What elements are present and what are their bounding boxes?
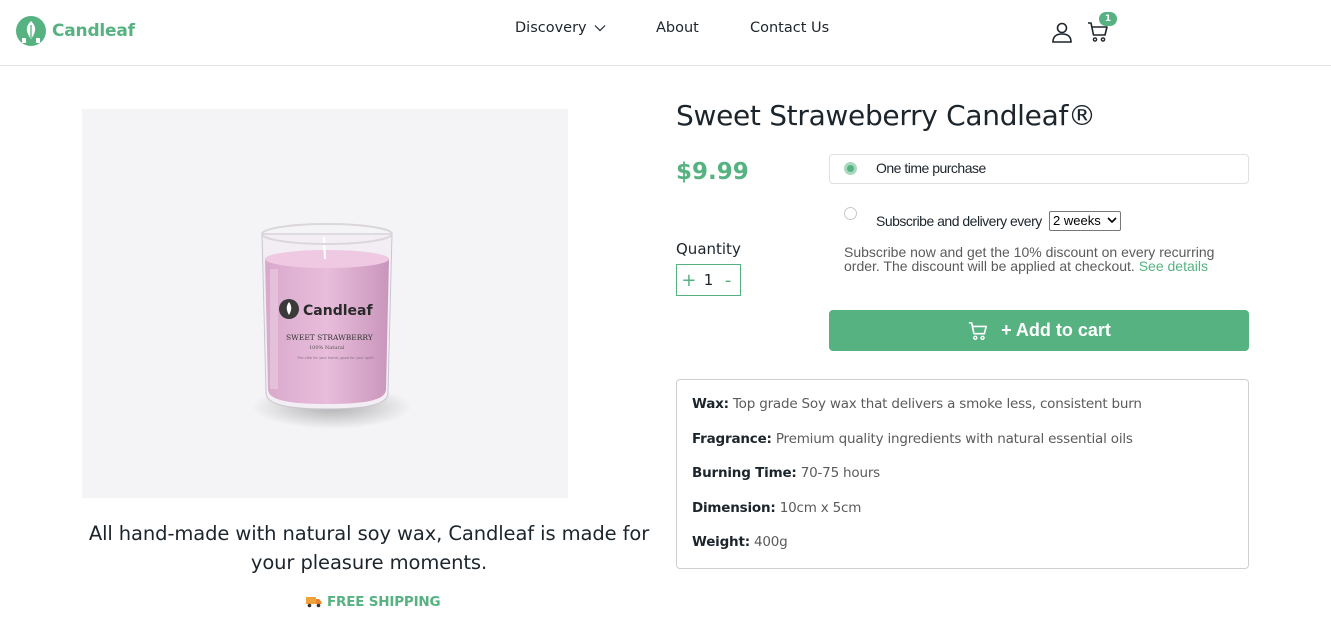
- subscribe-label: Subscribe and delivery every: [876, 213, 1042, 229]
- spec-key: Dimension:: [692, 499, 776, 516]
- subscribe-radio[interactable]: [844, 207, 857, 220]
- brand-logo[interactable]: Candleaf: [16, 16, 135, 46]
- product-specs: Wax: Top grade Soy wax that delivers a s…: [676, 379, 1249, 569]
- product-image: Candleaf SWEET STRAWBERRY 100% Natural T…: [82, 109, 568, 498]
- free-shipping-note: FREE SHIPPING: [306, 594, 441, 610]
- spec-burning-time: Burning Time: 70-75 hours: [692, 465, 1233, 500]
- jar-label-desc: The vibe for your home, good for your sp…: [296, 356, 375, 360]
- spec-value: 70-75 hours: [800, 465, 881, 481]
- nav-discovery-label: Discovery: [515, 20, 587, 36]
- brand-name: Candleaf: [52, 21, 135, 41]
- quantity-increment-button[interactable]: +: [680, 270, 698, 291]
- spec-value: Premium quality ingredients with natural…: [775, 430, 1133, 447]
- add-to-cart-label: + Add to cart: [1001, 320, 1111, 340]
- delivery-truck-icon: [306, 597, 322, 608]
- quantity-decrement-button[interactable]: -: [719, 270, 737, 291]
- chevron-down-icon: [594, 25, 606, 32]
- subscription-note: Subscribe now and get the 10% discount o…: [844, 245, 1244, 273]
- quantity-stepper: + 1 -: [676, 264, 741, 296]
- cart-count-badge: 1: [1099, 12, 1117, 26]
- spec-fragrance: Fragrance: Premium quality ingredients w…: [692, 431, 1233, 466]
- jar-label-brand: Candleaf: [303, 303, 373, 319]
- see-details-link[interactable]: See details: [1139, 258, 1208, 274]
- free-shipping-label: FREE SHIPPING: [327, 594, 441, 610]
- user-icon[interactable]: [1050, 20, 1074, 44]
- cart-icon: [968, 321, 988, 340]
- delivery-frequency-value: 2 weeks: [1053, 213, 1101, 228]
- nav-about[interactable]: About: [656, 20, 699, 36]
- spec-value: 10cm x 5cm: [779, 499, 862, 516]
- jar-label-name: SWEET STRAWBERRY: [286, 333, 374, 342]
- product-title: Sweet Straweberry Candleaf®: [676, 99, 1096, 132]
- spec-key: Fragrance:: [692, 430, 772, 447]
- nav-about-label: About: [656, 20, 699, 36]
- add-to-cart-button[interactable]: + Add to cart: [829, 310, 1249, 351]
- nav-contact-label: Contact Us: [750, 20, 830, 36]
- nav-discovery[interactable]: Discovery: [515, 20, 606, 36]
- spec-weight: Weight: 400g: [692, 534, 1233, 569]
- spec-value: Top grade Soy wax that delivers a smoke …: [732, 396, 1142, 412]
- spec-key: Wax:: [692, 396, 729, 412]
- spec-wax: Wax: Top grade Soy wax that delivers a s…: [692, 396, 1233, 431]
- top-navbar: Candleaf Discovery About Contact Us 1: [0, 0, 1331, 66]
- candle-jar-illustration: Candleaf SWEET STRAWBERRY 100% Natural T…: [252, 223, 412, 429]
- chevron-down-icon: [1107, 217, 1117, 224]
- one-time-purchase-radio[interactable]: [844, 162, 857, 175]
- jar-label-sub: 100% Natural: [309, 345, 345, 351]
- quantity-value[interactable]: 1: [704, 271, 714, 289]
- quantity-label: Quantity: [676, 240, 741, 258]
- delivery-frequency-select[interactable]: 2 weeks: [1049, 211, 1121, 231]
- spec-key: Burning Time:: [692, 465, 797, 481]
- product-price: $9.99: [676, 159, 749, 185]
- spec-value: 400g: [754, 534, 788, 550]
- product-tagline: All hand-made with natural soy wax, Cand…: [88, 522, 650, 574]
- spec-key: Weight:: [692, 534, 750, 550]
- leaf-logo-icon: [16, 16, 46, 46]
- one-time-purchase-label: One time purchase: [876, 160, 986, 176]
- nav-contact-us[interactable]: Contact Us: [750, 20, 829, 36]
- spec-dimension: Dimension: 10cm x 5cm: [692, 500, 1233, 535]
